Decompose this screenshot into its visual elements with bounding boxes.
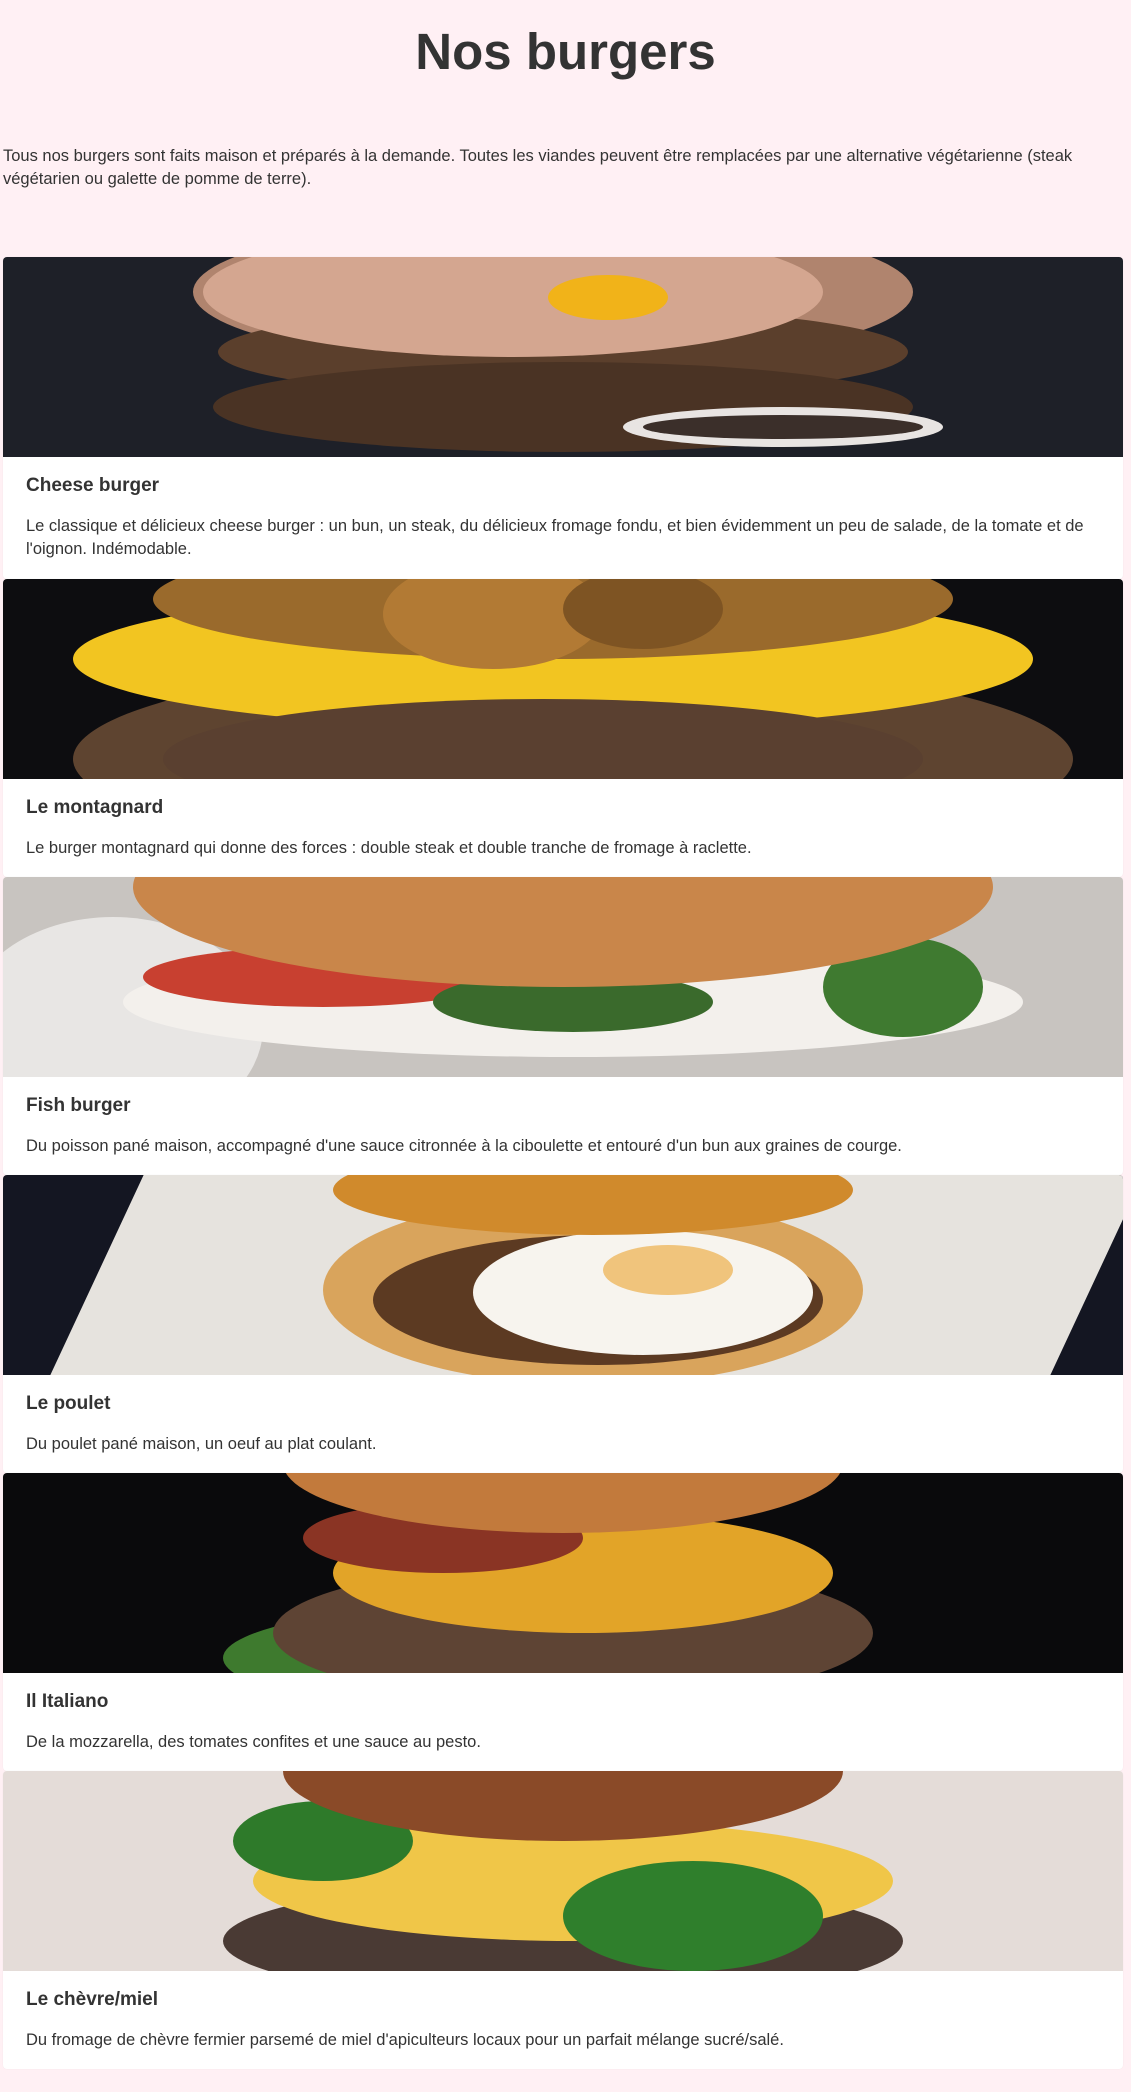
montagnard-burger-photo: [3, 579, 1123, 779]
burger-name: Cheese burger: [26, 475, 160, 496]
goat-honey-burger-photo: [3, 1771, 1123, 1971]
burger-card: Il Italiano De la mozzarella, des tomate…: [3, 1473, 1123, 1771]
burger-name: Le montagnard: [26, 797, 164, 818]
burger-description: Du fromage de chèvre fermier parsemé de …: [26, 2031, 784, 2049]
burger-description: Le burger montagnard qui donne des force…: [26, 839, 752, 857]
italiano-burger-photo: [3, 1473, 1123, 1673]
intro-text: Tous nos burgers sont faits maison et pr…: [3, 147, 1073, 188]
page-title: Nos burgers: [415, 23, 716, 80]
burger-name: Le chèvre/miel: [26, 1989, 159, 2010]
burger-card: Fish burger Du poisson pané maison, acco…: [3, 877, 1123, 1175]
burger-list: Cheese burger Le classique et délicieux …: [3, 257, 1123, 2069]
burger-card: Le montagnard Le burger montagnard qui d…: [3, 579, 1123, 877]
burger-description: De la mozzarella, des tomates confites e…: [26, 1733, 481, 1751]
burger-card: Le poulet Du poulet pané maison, un oeuf…: [3, 1175, 1123, 1473]
fish-burger-photo: [3, 877, 1123, 1077]
burger-description: Le classique et délicieux cheese burger …: [26, 517, 1084, 558]
burger-card: Cheese burger Le classique et délicieux …: [3, 257, 1123, 579]
burger-name: Il Italiano: [26, 1691, 109, 1712]
burger-card: Le chèvre/miel Du fromage de chèvre ferm…: [3, 1771, 1123, 2069]
burger-name: Fish burger: [26, 1095, 131, 1116]
burger-name: Le poulet: [26, 1393, 111, 1414]
chicken-burger-photo: [3, 1175, 1123, 1375]
burger-description: Du poulet pané maison, un oeuf au plat c…: [26, 1435, 377, 1453]
cheese-burger-photo: [3, 257, 1123, 457]
burger-description: Du poisson pané maison, accompagné d'une…: [26, 1137, 902, 1155]
